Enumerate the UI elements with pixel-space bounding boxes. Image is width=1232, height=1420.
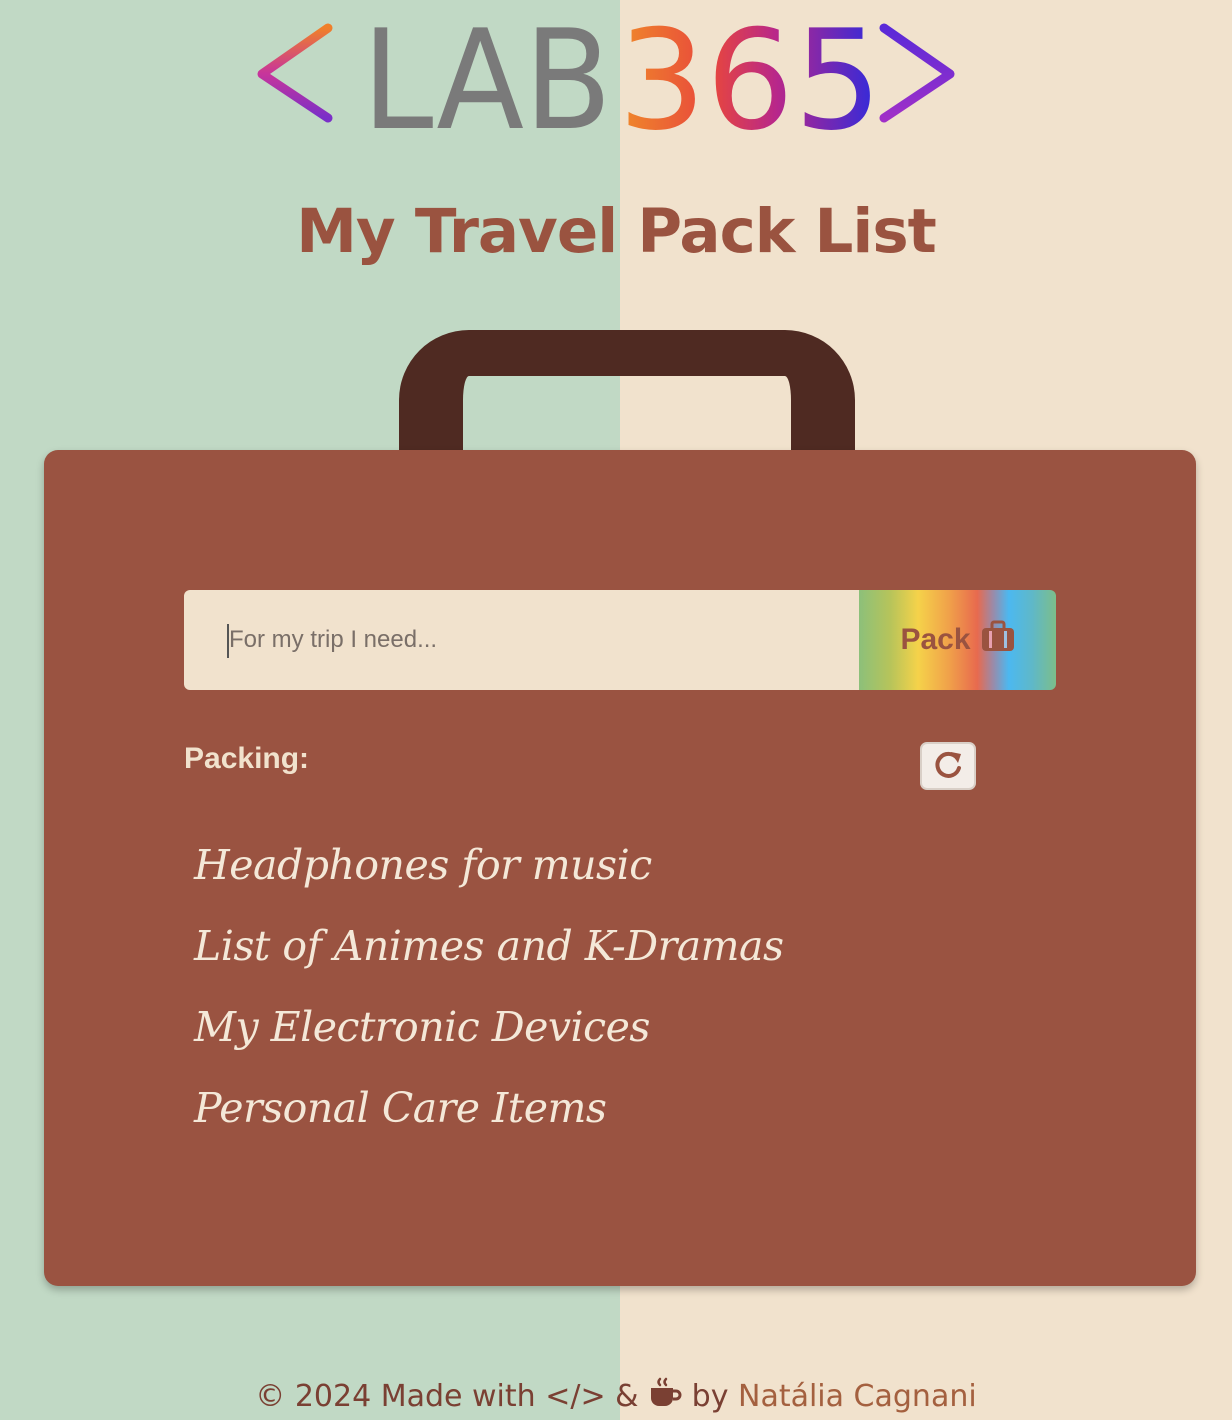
pack-button[interactable]: Pack bbox=[859, 590, 1056, 690]
lab365-logo: LAB 365 bbox=[250, 0, 960, 161]
list-item[interactable]: My Electronic Devices bbox=[194, 997, 784, 1078]
svg-text:LAB: LAB bbox=[362, 0, 612, 161]
packing-list: Headphones for music List of Animes and … bbox=[194, 835, 784, 1159]
lab365-logo-graphic: LAB 365 bbox=[257, 0, 955, 161]
author-link[interactable]: Natália Cagnani bbox=[738, 1379, 977, 1414]
footer-amp: & bbox=[615, 1379, 639, 1414]
pack-button-label: Pack bbox=[900, 623, 971, 656]
page-title: My Travel Pack List bbox=[296, 196, 937, 267]
suitcase-handle bbox=[399, 330, 855, 470]
list-item[interactable]: Headphones for music bbox=[194, 835, 784, 916]
code-icon: </> bbox=[545, 1379, 606, 1414]
list-item[interactable]: Personal Care Items bbox=[194, 1078, 784, 1159]
pack-form: Pack bbox=[184, 590, 1056, 690]
suitcase-panel: Pack Packing: Headphones for music List … bbox=[44, 450, 1196, 1286]
item-input[interactable] bbox=[184, 590, 859, 690]
packing-heading: Packing: bbox=[184, 742, 310, 775]
reset-button[interactable] bbox=[920, 742, 976, 790]
suitcase-icon bbox=[981, 620, 1015, 660]
footer: © 2024 Made with </> & by Natália Cagnan… bbox=[0, 1376, 1232, 1418]
footer-copyright: © 2024 Made with bbox=[255, 1379, 536, 1414]
text-cursor bbox=[227, 624, 229, 658]
list-item[interactable]: List of Animes and K-Dramas bbox=[194, 916, 784, 997]
footer-by: by bbox=[691, 1379, 729, 1414]
coffee-icon bbox=[648, 1376, 682, 1418]
svg-text:365: 365 bbox=[618, 0, 882, 161]
rotate-icon bbox=[931, 748, 965, 785]
